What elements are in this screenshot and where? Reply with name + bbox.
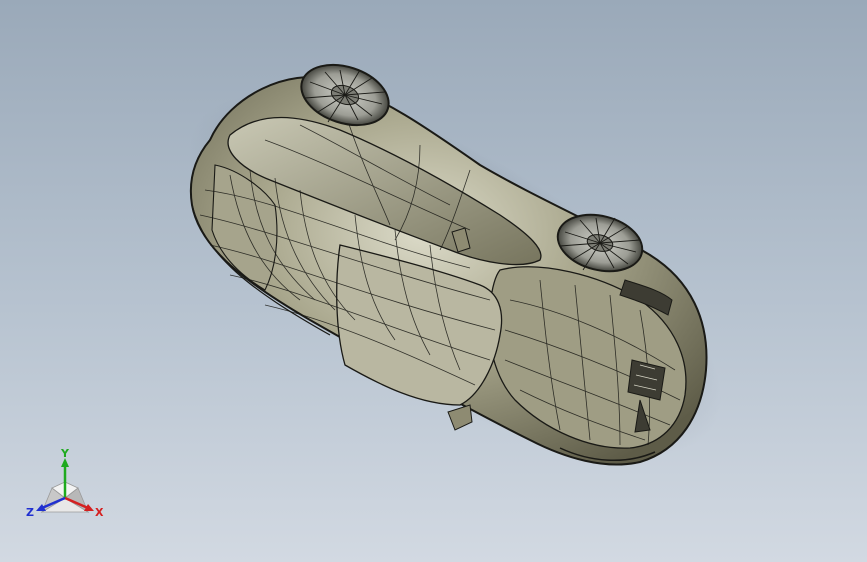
orientation-triad[interactable]: Y X Z <box>22 448 108 524</box>
z-axis-label: Z <box>26 506 34 519</box>
graphics-viewport[interactable]: Y X Z <box>0 0 867 562</box>
y-axis-label: Y <box>60 448 70 460</box>
x-axis-label: X <box>95 506 104 519</box>
car-model[interactable] <box>0 0 867 562</box>
